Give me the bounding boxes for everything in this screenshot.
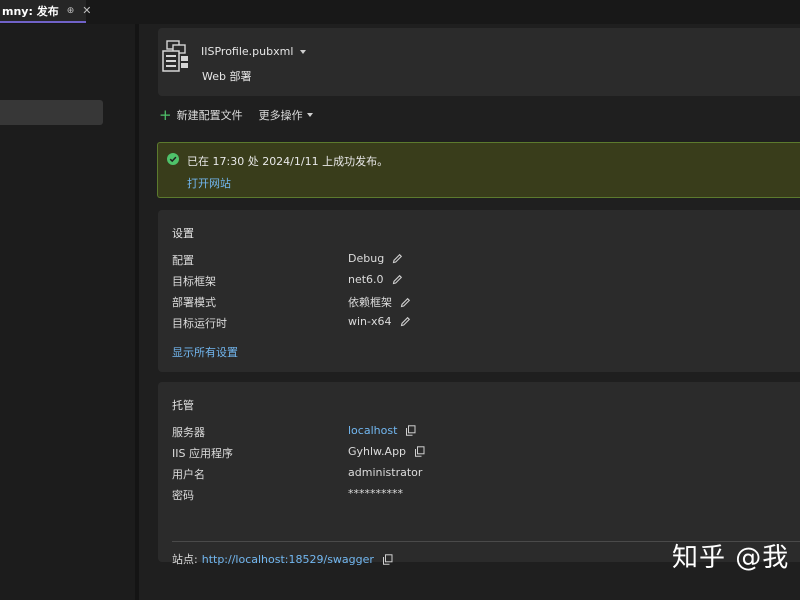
site-row: 站点: http://localhost:18529/swagger — [172, 551, 393, 567]
profile-type: Web 部署 — [202, 70, 252, 83]
check-circle-icon — [167, 153, 179, 165]
copy-icon[interactable] — [405, 425, 416, 436]
chevron-down-icon — [306, 113, 313, 117]
hosting-card: 托管 服务器 localhost IIS 应用程序 Gyhlw.App 用户名 … — [158, 382, 800, 566]
settings-title: 设置 — [172, 227, 194, 240]
setting-value: Debug — [348, 252, 385, 265]
left-panel — [0, 24, 135, 600]
new-profile-button[interactable]: + 新建配置文件 — [159, 107, 243, 123]
settings-row-target-runtime: 目标运行时 win-x64 — [172, 315, 792, 331]
profile-card: IISProfile.pubxml Web 部署 — [158, 28, 800, 96]
setting-value-wrap: net6.0 — [348, 273, 403, 286]
open-site-link[interactable]: 打开网站 — [187, 175, 231, 191]
server-icon — [162, 40, 188, 72]
hosting-value-wrap: Gyhlw.App — [348, 445, 425, 458]
document-tab-publish[interactable]: mny: 发布 ⊕ ✕ — [0, 0, 91, 23]
publish-main-area: IISProfile.pubxml Web 部署 + 新建配置文件 更多操作 已… — [139, 24, 800, 600]
setting-label: 部署模式 — [172, 296, 216, 309]
publish-toolbar: + 新建配置文件 更多操作 — [159, 106, 313, 124]
publish-success-banner: 已在 17:30 处 2024/1/11 上成功发布。 打开网站 — [157, 142, 800, 198]
copy-icon[interactable] — [382, 553, 393, 565]
copy-icon[interactable] — [414, 446, 425, 457]
site-label: 站点: — [172, 553, 198, 566]
setting-label: 目标框架 — [172, 275, 216, 288]
chevron-down-icon — [300, 49, 307, 54]
hosting-row-iis-app: IIS 应用程序 Gyhlw.App — [172, 445, 792, 461]
hosting-row-password: 密码 ********** — [172, 487, 792, 503]
setting-value-wrap: 依赖框架 — [348, 294, 411, 310]
hosting-title: 托管 — [172, 399, 194, 412]
hosting-label: 服务器 — [172, 426, 205, 439]
pencil-icon[interactable] — [400, 297, 411, 308]
setting-value: net6.0 — [348, 273, 384, 286]
profile-name: IISProfile.pubxml — [201, 45, 294, 58]
tab-title: mny: 发布 — [2, 4, 59, 18]
settings-row-target-framework: 目标框架 net6.0 — [172, 273, 792, 289]
watermark: 知乎 @我 — [672, 543, 790, 573]
pencil-icon[interactable] — [392, 253, 403, 264]
hosting-value-wrap: localhost — [348, 424, 416, 437]
settings-row-deployment-mode: 部署模式 依赖框架 — [172, 294, 792, 310]
left-panel-selected-item[interactable] — [0, 100, 103, 125]
publish-status-message: 已在 17:30 处 2024/1/11 上成功发布。 — [187, 155, 389, 168]
profile-selector[interactable]: IISProfile.pubxml — [201, 45, 307, 58]
setting-value-wrap: win-x64 — [348, 315, 411, 328]
more-actions-label: 更多操作 — [258, 109, 303, 122]
new-profile-label: 新建配置文件 — [176, 109, 243, 122]
hosting-label: 密码 — [172, 489, 194, 502]
hosting-value-wrap: ********** — [348, 487, 403, 500]
server-link[interactable]: localhost — [348, 424, 397, 437]
hosting-label: 用户名 — [172, 468, 205, 481]
hosting-value: Gyhlw.App — [348, 445, 407, 458]
hosting-row-username: 用户名 administrator — [172, 466, 792, 482]
document-tab-bar: mny: 发布 ⊕ ✕ — [0, 0, 800, 24]
site-url-link[interactable]: http://localhost:18529/swagger — [202, 553, 374, 566]
hosting-value: ********** — [348, 487, 403, 500]
close-icon[interactable]: ✕ — [82, 4, 91, 17]
hosting-row-server: 服务器 localhost — [172, 424, 792, 440]
setting-value: 依赖框架 — [348, 296, 392, 309]
hosting-label: IIS 应用程序 — [172, 447, 233, 460]
settings-card: 设置 配置 Debug 目标框架 net6.0 部署模式 依赖框架 目标运行时 — [158, 210, 800, 372]
pencil-icon[interactable] — [392, 274, 403, 285]
hosting-value-wrap: administrator — [348, 466, 422, 479]
more-actions-button[interactable]: 更多操作 — [259, 107, 313, 123]
setting-value-wrap: Debug — [348, 252, 403, 265]
pencil-icon[interactable] — [400, 316, 411, 327]
show-all-settings-link[interactable]: 显示所有设置 — [172, 344, 238, 360]
settings-row-configuration: 配置 Debug — [172, 252, 792, 268]
setting-label: 目标运行时 — [172, 317, 227, 330]
pin-icon[interactable]: ⊕ — [67, 6, 75, 16]
setting-value: win-x64 — [348, 315, 392, 328]
setting-label: 配置 — [172, 254, 194, 267]
plus-icon: + — [159, 106, 172, 124]
hosting-value: administrator — [348, 466, 423, 479]
